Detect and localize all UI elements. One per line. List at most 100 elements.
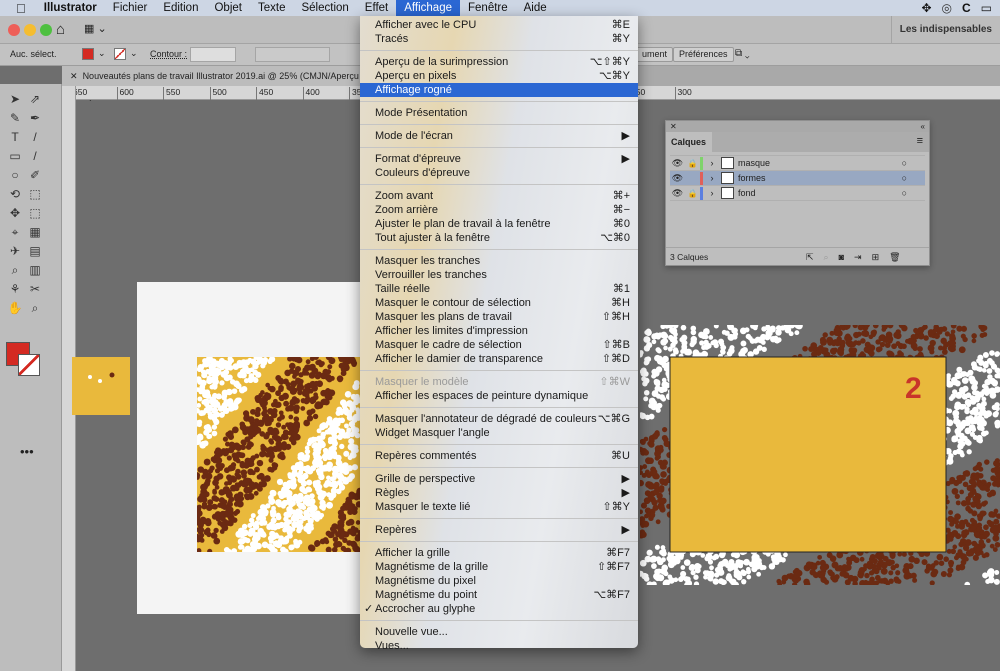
tool-icon[interactable]: ➤ <box>6 90 24 108</box>
clipping-mask-icon[interactable]: ◙ <box>839 252 854 262</box>
tool-icon[interactable]: ▭ <box>6 147 24 165</box>
tab-calques[interactable]: Calques <box>666 132 712 152</box>
tool-icon[interactable]: ✋ <box>6 299 24 317</box>
menu-item[interactable]: Masquer le cadre de sélection ⇧⌘B <box>360 338 638 352</box>
menu-item[interactable]: Magnétisme de la grille ⇧⌘F7 <box>360 560 638 574</box>
visibility-eye-icon[interactable]: 👁 <box>670 188 685 199</box>
document-setup-button[interactable]: ument <box>636 47 674 62</box>
expand-chevron-icon[interactable]: › <box>703 158 721 168</box>
tool-icon[interactable]: ⌕ <box>26 299 44 317</box>
menu-fichier[interactable]: Fichier <box>105 0 156 16</box>
menu-item[interactable]: Couleurs d'épreuve <box>360 166 638 180</box>
home-icon[interactable]: ⌂ <box>56 21 65 38</box>
tool-icon[interactable]: ⇗ <box>26 90 44 108</box>
visibility-eye-icon[interactable]: 👁 <box>670 158 685 169</box>
menu-item[interactable]: Masquer le contour de sélection ⌘H <box>360 296 638 310</box>
menu-item[interactable]: Zoom arrière ⌘− <box>360 203 638 217</box>
layer-name[interactable]: fond <box>738 188 756 198</box>
tool-icon[interactable]: ○ <box>6 166 24 184</box>
document-tab[interactable]: ✕ Nouveautés plans de travail Illustrato… <box>62 66 362 101</box>
airplay-icon[interactable]: ▭ <box>981 0 992 16</box>
stroke-color-box[interactable] <box>18 354 40 376</box>
tool-icon[interactable]: ⟲ <box>6 185 24 203</box>
close-tab-icon[interactable]: ✕ <box>70 71 78 81</box>
expand-chevron-icon[interactable]: › <box>703 188 721 198</box>
tool-icon[interactable]: ▤ <box>26 242 44 260</box>
more-tools-icon[interactable]: ••• <box>20 444 34 459</box>
menu-item[interactable]: Tracés ⌘Y <box>360 32 638 46</box>
menu-item[interactable]: Magnétisme du pixel <box>360 574 638 588</box>
expand-chevron-icon[interactable]: › <box>703 173 721 183</box>
tool-icon[interactable]: ⬚ <box>26 204 44 222</box>
minimize-window-button[interactable] <box>24 24 36 36</box>
menu-fenetre[interactable]: Fenêtre <box>460 0 516 16</box>
fill-swatch[interactable] <box>82 48 94 60</box>
target-circle-icon[interactable]: ○ <box>902 173 907 183</box>
menu-item[interactable]: Aperçu en pixels ⌥⌘Y <box>360 69 638 83</box>
menu-selection[interactable]: Sélection <box>293 0 356 16</box>
close-window-button[interactable] <box>8 24 20 36</box>
lock-icon[interactable]: 🔒 <box>685 189 700 198</box>
tool-icon[interactable]: ✈ <box>6 242 24 260</box>
tool-icon[interactable]: ✎ <box>6 109 24 127</box>
menu-item[interactable]: Tout ajuster à la fenêtre ⌥⌘0 <box>360 231 638 245</box>
menu-item[interactable]: Format d'épreuve ▶ <box>360 152 638 166</box>
workspace-layout-icon[interactable]: ▦ ⌄ <box>84 22 107 35</box>
menu-item[interactable]: Grille de perspective ▶ <box>360 472 638 486</box>
tool-icon[interactable]: / <box>26 128 44 146</box>
menu-item[interactable]: Afficher avec le CPU ⌘E <box>360 18 638 32</box>
tool-icon[interactable]: / <box>26 147 44 165</box>
tool-icon[interactable]: ✒ <box>26 109 44 127</box>
tool-icon[interactable]: ⚘ <box>6 280 24 298</box>
close-panel-icon[interactable]: ✕ <box>670 122 677 131</box>
menu-item[interactable]: Afficher les espaces de peinture dynamiq… <box>360 389 638 403</box>
menu-item[interactable]: Règles ▶ <box>360 486 638 500</box>
menu-item[interactable]: Masquer les plans de travail ⇧⌘H <box>360 310 638 324</box>
tool-icon[interactable]: ✂ <box>26 280 44 298</box>
tool-icon[interactable]: ⌖ <box>6 223 24 241</box>
pattern-artwork[interactable] <box>197 357 360 552</box>
menu-item[interactable]: Afficher les limites d'impression <box>360 324 638 338</box>
panel-menu-icon[interactable]: ≡ <box>917 135 923 147</box>
pattern-artwork-cropped[interactable] <box>640 325 1000 585</box>
menu-item[interactable]: Repères ▶ <box>360 523 638 537</box>
menu-item[interactable]: Repères commentés ⌘U <box>360 449 638 463</box>
menu-item[interactable]: Magnétisme du point ⌥⌘F7 <box>360 588 638 602</box>
stroke-label[interactable]: Contour : <box>150 49 187 59</box>
menu-item[interactable]: Masquer l'annotateur de dégradé de coule… <box>360 412 638 426</box>
menu-item[interactable]: Taille réelle ⌘1 <box>360 282 638 296</box>
c-icon[interactable]: C <box>962 0 971 16</box>
dropbox-icon[interactable]: ✥ <box>921 0 931 16</box>
layer-name[interactable]: masque <box>738 158 770 168</box>
menu-objet[interactable]: Objet <box>206 0 250 16</box>
menu-effet[interactable]: Effet <box>357 0 396 16</box>
menu-item[interactable]: Ajuster le plan de travail à la fenêtre ⌘… <box>360 217 638 231</box>
menu-item[interactable]: Masquer le texte lié ⇧⌘Y <box>360 500 638 514</box>
variable-width-select[interactable] <box>255 47 330 62</box>
menu-item[interactable]: Verrouiller les tranches <box>360 268 638 282</box>
layer-row[interactable]: 👁 › formes ○ <box>670 171 925 186</box>
menu-item[interactable]: Mode de l'écran ▶ <box>360 129 638 143</box>
layer-name[interactable]: formes <box>738 173 766 183</box>
menu-item[interactable]: Masquer les tranches <box>360 254 638 268</box>
menu-item[interactable]: ✓ Accrocher au glyphe <box>360 602 638 616</box>
menu-item[interactable]: Afficher le damier de transparence ⇧⌘D <box>360 352 638 366</box>
tool-icon[interactable]: ▦ <box>26 223 44 241</box>
menu-item[interactable]: Vues... <box>360 639 638 653</box>
apple-icon[interactable]:  <box>0 1 36 16</box>
creative-cloud-icon[interactable]: ◎ <box>942 0 952 16</box>
menu-app[interactable]: Illustrator <box>36 0 105 16</box>
target-circle-icon[interactable]: ○ <box>902 188 907 198</box>
collapse-panel-icon[interactable]: « <box>921 121 929 132</box>
arrange-icon[interactable]: ⧉ ⌄ <box>735 48 750 59</box>
tool-icon[interactable]: ▥ <box>26 261 44 279</box>
export-icon[interactable]: ⇱ <box>806 252 824 262</box>
stroke-weight-input[interactable] <box>190 47 236 62</box>
menu-affichage[interactable]: Affichage <box>396 0 460 16</box>
target-circle-icon[interactable]: ○ <box>902 158 907 168</box>
trash-icon[interactable]: 🗑 <box>889 252 910 262</box>
swatch-artwork[interactable] <box>72 357 130 415</box>
preferences-button[interactable]: Préférences <box>673 47 734 62</box>
menu-item[interactable]: Mode Présentation <box>360 106 638 120</box>
workspace-switcher[interactable]: Les indispensables <box>890 16 1000 44</box>
